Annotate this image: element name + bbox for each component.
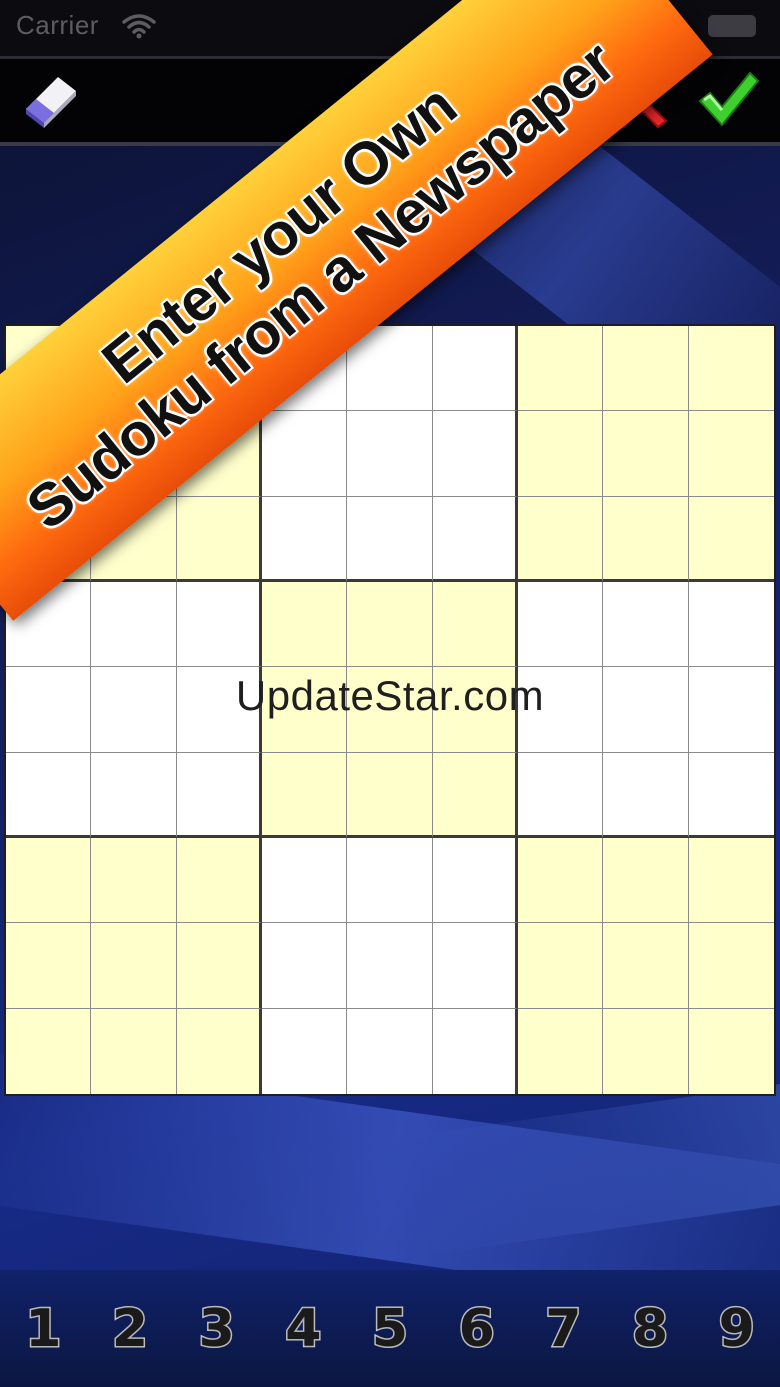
grid-cell[interactable] (432, 667, 518, 753)
number-key-1[interactable]: 1 (0, 1270, 87, 1387)
grid-cell[interactable] (518, 496, 604, 582)
grid-cell[interactable] (603, 411, 689, 497)
eraser-icon (26, 77, 76, 128)
grid-cell[interactable] (347, 1008, 433, 1094)
grid-cell[interactable] (262, 582, 348, 668)
grid-cell[interactable] (347, 923, 433, 1009)
grid-cell[interactable] (91, 1008, 177, 1094)
number-key-label: 7 (544, 1297, 583, 1360)
grid-cell[interactable] (688, 326, 774, 412)
number-key-label: 9 (717, 1297, 756, 1360)
grid-cell[interactable] (603, 667, 689, 753)
grid-cell[interactable] (603, 752, 689, 838)
grid-cell[interactable] (603, 582, 689, 668)
number-key-label: 4 (284, 1297, 323, 1360)
number-key-5[interactable]: 5 (347, 1270, 434, 1387)
grid-cell[interactable] (6, 1008, 92, 1094)
grid-cell[interactable] (518, 667, 604, 753)
grid-cell[interactable] (6, 752, 92, 838)
grid-cell[interactable] (688, 496, 774, 582)
grid-cell[interactable] (6, 923, 92, 1009)
grid-cell[interactable] (603, 923, 689, 1009)
number-key-7[interactable]: 7 (520, 1270, 607, 1387)
grid-cell[interactable] (6, 838, 92, 924)
grid-cell[interactable] (91, 752, 177, 838)
number-key-8[interactable]: 8 (607, 1270, 694, 1387)
grid-cell[interactable] (603, 838, 689, 924)
grid-cell[interactable] (176, 667, 262, 753)
grid-cell[interactable] (6, 667, 92, 753)
grid-cell[interactable] (176, 838, 262, 924)
grid-cell[interactable] (688, 752, 774, 838)
grid-cell[interactable] (91, 667, 177, 753)
grid-cell[interactable] (262, 496, 348, 582)
grid-cell[interactable] (262, 411, 348, 497)
grid-cell[interactable] (603, 496, 689, 582)
grid-cell[interactable] (518, 752, 604, 838)
grid-cell[interactable] (432, 752, 518, 838)
grid-cell[interactable] (432, 923, 518, 1009)
grid-cell[interactable] (91, 923, 177, 1009)
number-key-9[interactable]: 9 (693, 1270, 780, 1387)
grid-cell[interactable] (262, 752, 348, 838)
grid-cell[interactable] (176, 582, 262, 668)
grid-cell[interactable] (91, 582, 177, 668)
grid-cell[interactable] (688, 923, 774, 1009)
number-key-4[interactable]: 4 (260, 1270, 347, 1387)
grid-cell[interactable] (603, 326, 689, 412)
wifi-icon (122, 14, 156, 39)
number-key-label: 3 (197, 1297, 236, 1360)
green-check-icon (698, 71, 760, 127)
number-key-label: 6 (457, 1297, 496, 1360)
grid-cell[interactable] (518, 326, 604, 412)
grid-cell[interactable] (347, 582, 433, 668)
grid-cell[interactable] (603, 1008, 689, 1094)
grid-cell[interactable] (688, 838, 774, 924)
grid-cell[interactable] (176, 496, 262, 582)
grid-cell[interactable] (518, 582, 604, 668)
grid-cell[interactable] (347, 411, 433, 497)
grid-cell[interactable] (347, 752, 433, 838)
grid-cell[interactable] (688, 667, 774, 753)
grid-cell[interactable] (347, 667, 433, 753)
grid-cell[interactable] (432, 838, 518, 924)
grid-cell[interactable] (262, 838, 348, 924)
grid-cell[interactable] (347, 838, 433, 924)
grid-cell[interactable] (347, 496, 433, 582)
grid-cell[interactable] (262, 1008, 348, 1094)
grid-cell[interactable] (688, 1008, 774, 1094)
grid-cell[interactable] (688, 411, 774, 497)
grid-cell[interactable] (91, 838, 177, 924)
number-key-label: 5 (370, 1297, 409, 1360)
number-key-6[interactable]: 6 (433, 1270, 520, 1387)
grid-cell[interactable] (176, 1008, 262, 1094)
number-key-2[interactable]: 2 (87, 1270, 174, 1387)
number-key-3[interactable]: 3 (173, 1270, 260, 1387)
grid-cell[interactable] (518, 1008, 604, 1094)
carrier-label: Carrier (16, 10, 99, 40)
number-key-label: 8 (630, 1297, 669, 1360)
number-key-label: 2 (110, 1297, 149, 1360)
grid-cell[interactable] (432, 496, 518, 582)
eraser-button[interactable] (20, 69, 80, 129)
grid-cell[interactable] (262, 667, 348, 753)
grid-cell[interactable] (432, 1008, 518, 1094)
number-pad: 123456789 (0, 1270, 780, 1387)
number-key-label: 1 (24, 1297, 63, 1360)
battery-icon (708, 15, 756, 37)
grid-cell[interactable] (518, 838, 604, 924)
grid-cell[interactable] (518, 923, 604, 1009)
grid-cell[interactable] (176, 923, 262, 1009)
grid-cell[interactable] (432, 411, 518, 497)
grid-cell[interactable] (176, 752, 262, 838)
grid-cell[interactable] (688, 582, 774, 668)
grid-cell[interactable] (262, 923, 348, 1009)
accept-button[interactable] (696, 67, 760, 131)
grid-cell[interactable] (432, 326, 518, 412)
grid-cell[interactable] (432, 582, 518, 668)
grid-cell[interactable] (518, 411, 604, 497)
